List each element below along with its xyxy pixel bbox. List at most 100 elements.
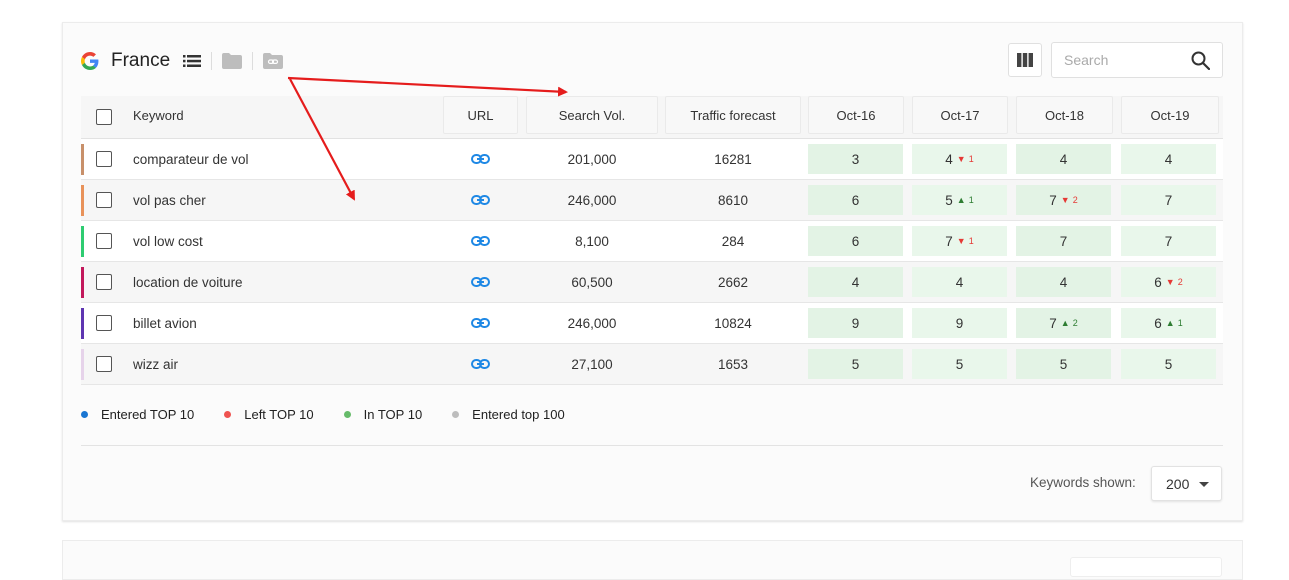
row-checkbox[interactable] — [96, 356, 112, 372]
rank-change-value: 1 — [968, 236, 974, 246]
column-header-url[interactable]: URL — [443, 96, 518, 134]
link-icon[interactable] — [471, 234, 490, 253]
legend-label: In TOP 10 — [363, 407, 423, 422]
position-value: 4 — [1059, 274, 1068, 290]
column-header-date[interactable]: Oct-16 — [808, 96, 904, 134]
link-icon[interactable] — [471, 275, 490, 294]
traffic-forecast: 284 — [721, 234, 745, 249]
keyword-text: wizz air — [133, 357, 179, 372]
position-cell[interactable]: 6 ▼ 2 — [1121, 267, 1216, 297]
table-row[interactable]: comparateur de vol 201,000 16281 3 4 ▼ 1 4 4 — [81, 139, 1223, 180]
triangle-down-icon: ▼ — [956, 154, 966, 164]
traffic-forecast: 10824 — [714, 316, 752, 331]
position-cell[interactable]: 3 — [808, 144, 903, 174]
keyword-color-marker — [81, 226, 84, 257]
position-cell[interactable]: 5 — [808, 349, 903, 379]
keyword-color-marker — [81, 185, 84, 216]
position-value: 4 — [1164, 151, 1173, 167]
list-icon[interactable] — [183, 54, 202, 68]
keywords-table: Keyword URL Search Vol. Traffic forecast… — [81, 96, 1223, 385]
position-cell[interactable]: 4 — [1121, 144, 1216, 174]
position-value: 4 — [1059, 151, 1068, 167]
link-icon[interactable] — [471, 357, 490, 376]
row-checkbox[interactable] — [96, 315, 112, 331]
column-header-traffic-forecast[interactable]: Traffic forecast — [665, 96, 801, 134]
link-folder-icon[interactable] — [263, 53, 284, 69]
position-value: 5 — [1059, 356, 1068, 372]
position-cell[interactable]: 5 ▲ 1 — [912, 185, 1007, 215]
position-value: 4 — [851, 274, 860, 290]
search-box — [1051, 42, 1223, 78]
position-value: 5 — [851, 356, 860, 372]
position-cell[interactable]: 4 — [912, 267, 1007, 297]
search-volume: 246,000 — [567, 316, 617, 331]
column-header-keyword[interactable]: Keyword — [133, 96, 213, 134]
keywords-shown-label: Keywords shown: — [1030, 475, 1136, 490]
link-icon[interactable] — [471, 193, 490, 212]
keyword-text: vol pas cher — [133, 193, 206, 208]
select-all-checkbox[interactable] — [96, 109, 112, 125]
rank-down-indicator: ▼ 1 — [957, 154, 974, 164]
position-cell[interactable]: 4 ▼ 1 — [912, 144, 1007, 174]
row-checkbox[interactable] — [96, 192, 112, 208]
legend-label: Left TOP 10 — [244, 407, 314, 422]
legend-dot-icon — [224, 411, 232, 418]
position-value: 5 — [955, 356, 964, 372]
chevron-down-icon — [1199, 482, 1209, 487]
traffic-forecast: 2662 — [717, 275, 749, 290]
folder-icon[interactable] — [222, 53, 243, 69]
table-header: Keyword URL Search Vol. Traffic forecast… — [81, 96, 1223, 139]
position-value: 6 — [1154, 315, 1162, 331]
position-cell[interactable]: 6 — [808, 226, 903, 256]
link-icon[interactable] — [471, 316, 490, 335]
table-row[interactable]: location de voiture 60,500 2662 4 4 4 6 ▼ 2 — [81, 262, 1223, 303]
rank-change-value: 1 — [968, 195, 974, 205]
row-checkbox[interactable] — [96, 274, 112, 290]
triangle-up-icon: ▲ — [1060, 318, 1070, 328]
link-icon[interactable] — [471, 152, 490, 171]
rank-change-value: 2 — [1177, 277, 1183, 287]
row-checkbox[interactable] — [96, 233, 112, 249]
keyword-color-marker — [81, 144, 84, 175]
column-header-date[interactable]: Oct-17 — [912, 96, 1008, 134]
position-cell[interactable]: 7 — [1016, 226, 1111, 256]
position-cell[interactable]: 7 — [1121, 226, 1216, 256]
google-g-icon — [81, 52, 99, 70]
position-cell[interactable]: 6 ▲ 1 — [1121, 308, 1216, 338]
table-row[interactable]: wizz air 27,100 1653 5 5 5 5 — [81, 344, 1223, 385]
position-cell[interactable]: 9 — [912, 308, 1007, 338]
column-header-date[interactable]: Oct-19 — [1121, 96, 1219, 134]
search-icon[interactable] — [1191, 51, 1211, 75]
keyword-color-marker — [81, 308, 84, 339]
position-cell[interactable]: 7 ▼ 1 — [912, 226, 1007, 256]
legend-dot-icon — [81, 411, 88, 418]
position-cell[interactable]: 9 — [808, 308, 903, 338]
triangle-down-icon: ▼ — [1165, 277, 1175, 287]
keyword-text: comparateur de vol — [133, 152, 249, 167]
keywords-shown-select[interactable]: 200 — [1151, 466, 1222, 501]
table-row[interactable]: billet avion 246,000 10824 9 9 7 ▲ 2 6 ▲ 1 — [81, 303, 1223, 344]
legend-item: Left TOP 10 — [224, 407, 314, 422]
traffic-forecast: 8610 — [717, 193, 749, 208]
table-row[interactable]: vol low cost 8,100 284 6 7 ▼ 1 7 7 — [81, 221, 1223, 262]
position-cell[interactable]: 7 ▼ 2 — [1016, 185, 1111, 215]
position-cell[interactable]: 4 — [808, 267, 903, 297]
columns-button[interactable] — [1008, 43, 1042, 77]
position-cell[interactable]: 5 — [1121, 349, 1216, 379]
position-cell[interactable]: 7 ▲ 2 — [1016, 308, 1111, 338]
search-input[interactable] — [1052, 43, 1182, 77]
toolbar-separator — [211, 52, 213, 70]
position-cell[interactable]: 6 — [808, 185, 903, 215]
column-header-date[interactable]: Oct-18 — [1016, 96, 1113, 134]
position-cell[interactable]: 5 — [912, 349, 1007, 379]
card-toolbar: France — [81, 48, 293, 74]
position-value: 7 — [1049, 315, 1057, 331]
position-cell[interactable]: 7 — [1121, 185, 1216, 215]
position-cell[interactable]: 4 — [1016, 144, 1111, 174]
keyword-text: vol low cost — [133, 234, 203, 249]
position-cell[interactable]: 4 — [1016, 267, 1111, 297]
row-checkbox[interactable] — [96, 151, 112, 167]
column-header-search-vol[interactable]: Search Vol. — [526, 96, 658, 134]
table-row[interactable]: vol pas cher 246,000 8610 6 5 ▲ 1 7 ▼ 2 7 — [81, 180, 1223, 221]
position-cell[interactable]: 5 — [1016, 349, 1111, 379]
